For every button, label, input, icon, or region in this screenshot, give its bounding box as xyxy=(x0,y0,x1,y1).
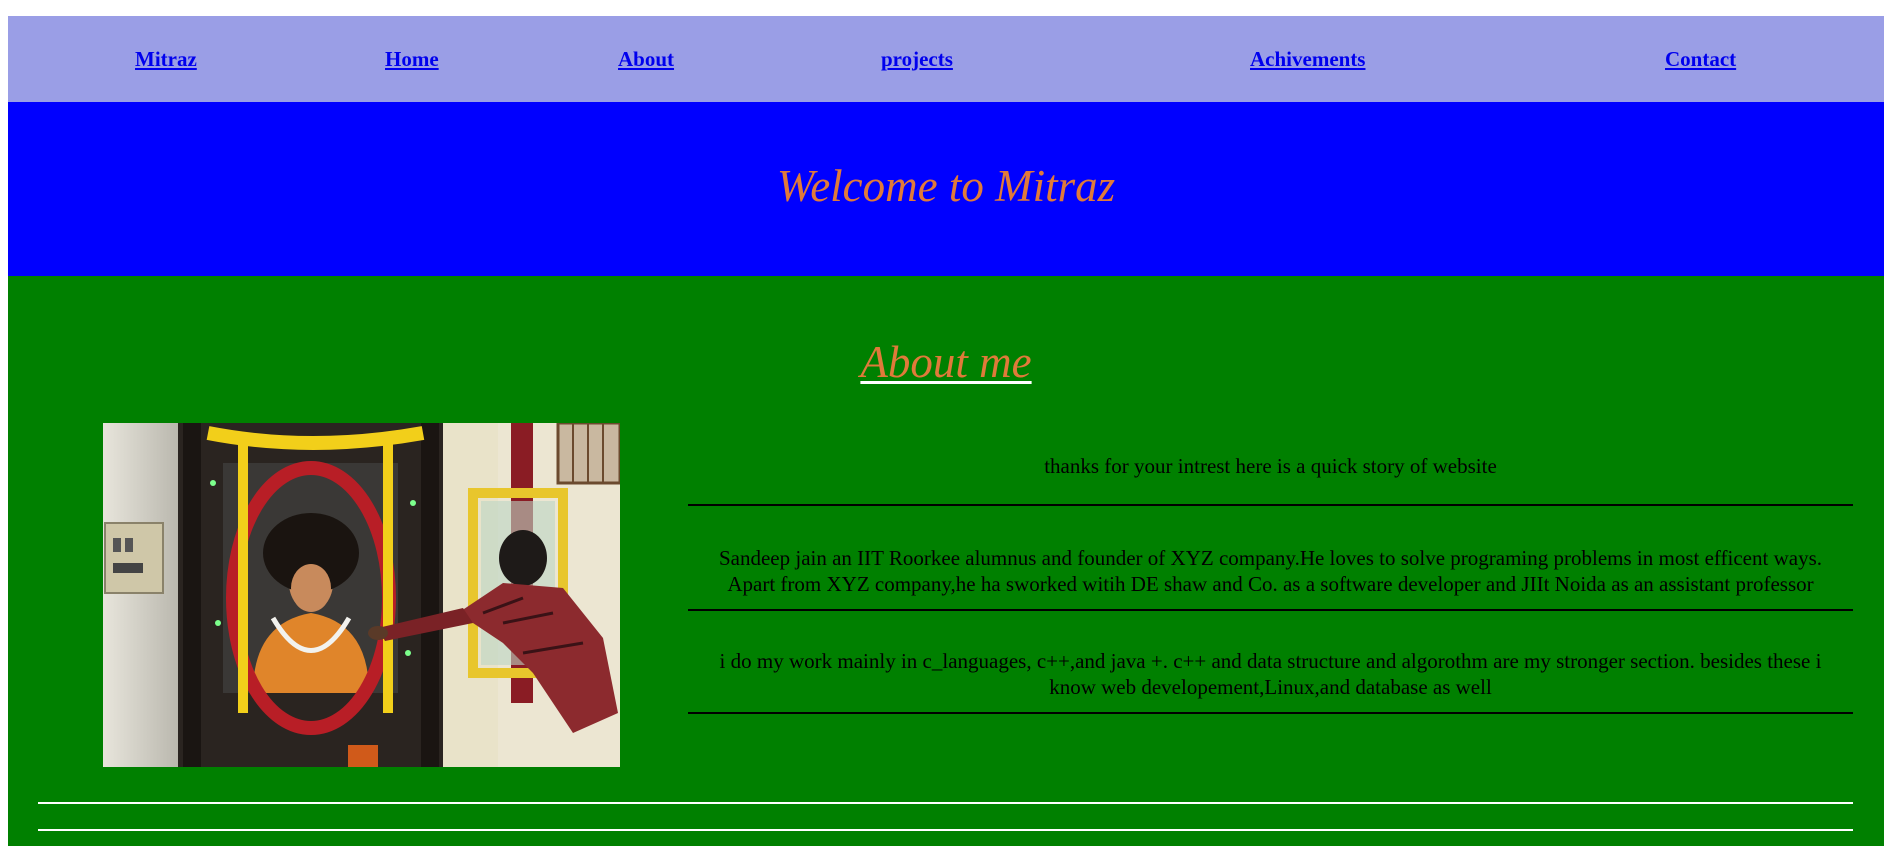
story-divider xyxy=(688,712,1853,714)
about-photo-illustration xyxy=(103,423,620,767)
about-photo xyxy=(103,423,620,767)
about-heading: About me xyxy=(8,340,1884,385)
story-divider xyxy=(688,609,1853,611)
nav-link-about[interactable]: About xyxy=(618,47,674,72)
section-divider xyxy=(38,802,1853,804)
nav-link-projects[interactable]: projects xyxy=(881,47,953,72)
about-section: About me thanks for your intrest here is… xyxy=(8,276,1884,846)
story-founder: Sandeep jain an IIT Roorkee alumnus and … xyxy=(718,546,1822,596)
nav-link-mitraz[interactable]: Mitraz xyxy=(135,47,197,72)
page: Mitraz Home About projects Achivements C… xyxy=(8,16,1884,846)
nav-link-home[interactable]: Home xyxy=(385,47,439,72)
top-nav-bar: Mitraz Home About projects Achivements C… xyxy=(8,16,1884,102)
story-intro: thanks for your intrest here is a quick … xyxy=(1044,454,1497,478)
nav-link-contact[interactable]: Contact xyxy=(1665,47,1736,72)
story-column: thanks for your intrest here is a quick … xyxy=(688,453,1853,714)
story-skills: i do my work mainly in c_languages, c++,… xyxy=(719,649,1822,699)
about-heading-text: About me xyxy=(860,337,1032,387)
hero-title: Welcome to Mitraz xyxy=(776,161,1116,211)
section-divider xyxy=(38,829,1853,831)
nav-link-achivements[interactable]: Achivements xyxy=(1250,47,1365,72)
story-divider xyxy=(688,504,1853,506)
hero-banner: Welcome to Mitraz xyxy=(8,102,1884,276)
